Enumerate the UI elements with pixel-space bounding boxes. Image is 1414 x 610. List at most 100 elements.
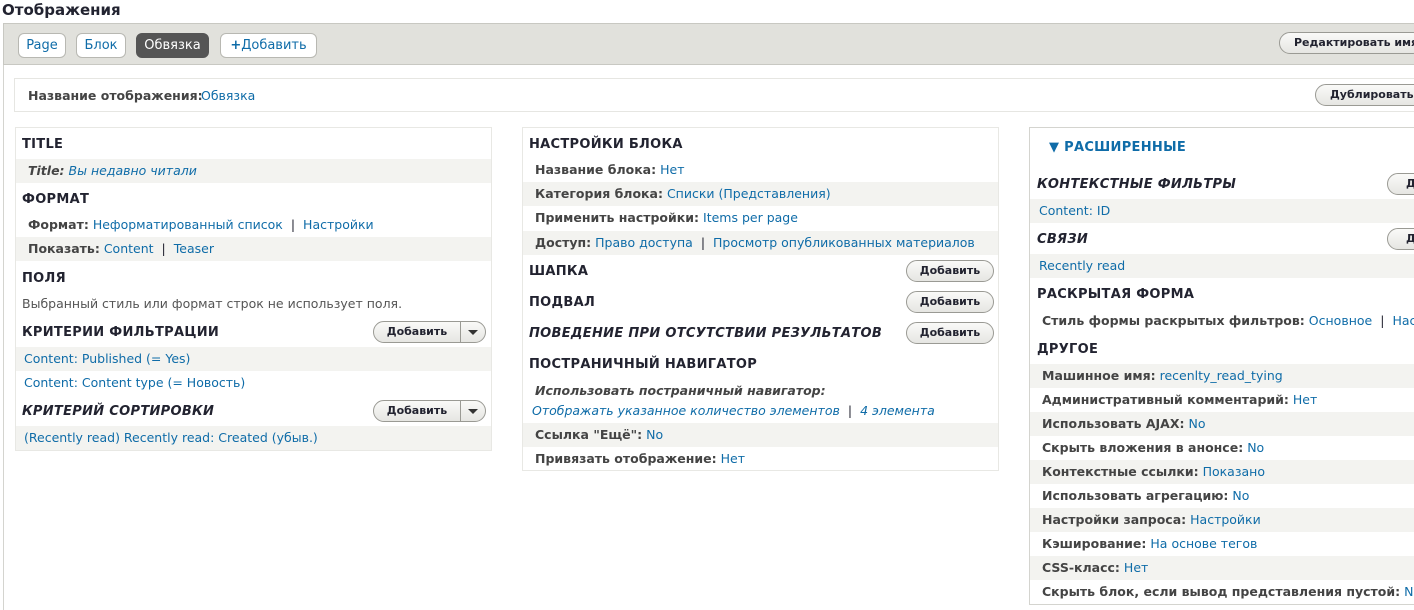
filter-item[interactable]: Content: Published (= Yes) (16, 347, 491, 371)
left-column: TITLE Title: Вы недавно читали ФОРМАТ Фо… (15, 127, 492, 451)
sort-dropdown-arrow-icon[interactable] (468, 409, 478, 414)
exposed-style-label: Стиль формы раскрытых фильтров: (1042, 313, 1305, 328)
triangle-down-icon: ▼ (1049, 140, 1060, 155)
title-row[interactable]: Title: Вы недавно читали (16, 159, 491, 183)
page-title: Отображения (2, 1, 121, 19)
pager-heading: ПОСТРАНИЧНЫЙ НАВИГАТОР (529, 357, 758, 372)
other-row: Скрыть вложения в анонсе: No (1030, 436, 1414, 460)
attach-link[interactable]: Нет (721, 451, 745, 466)
title-value[interactable]: Вы недавно читали (69, 163, 197, 178)
header-add-button[interactable]: Добавить (906, 260, 994, 282)
filters-heading: КРИТЕРИИ ФИЛЬТРАЦИИ (22, 325, 220, 340)
other-row: Использовать агрегацию: No (1030, 484, 1414, 508)
other-value-link[interactable]: Нет (1124, 560, 1148, 575)
filters-dropdown-arrow-icon[interactable] (468, 330, 478, 335)
access-permission-link[interactable]: Просмотр опубликованных материалов (713, 235, 975, 250)
tab-block[interactable]: Блок (76, 33, 126, 58)
other-label: Кэширование: (1042, 536, 1147, 551)
contextual-filters-heading: КОНТЕКСТНЫЕ ФИЛЬТРЫ (1037, 177, 1237, 192)
footer-heading: ПОДВАЛ (529, 295, 596, 310)
block-name-row: Название блока: Нет (523, 158, 998, 182)
advanced-title: РАСШИРЕННЫЕ (1064, 140, 1187, 155)
plus-icon: + (230, 38, 242, 53)
other-label: Настройки запроса: (1042, 512, 1187, 527)
other-row: Контекстные ссылки: Показано (1030, 460, 1414, 484)
other-value-link[interactable]: No (1232, 488, 1249, 503)
sort-heading: КРИТЕРИЙ СОРТИРОВКИ (22, 404, 215, 419)
format-value-link[interactable]: Неформатированный список (93, 217, 283, 232)
apply-settings-row: Применить настройки: Items per page (523, 206, 998, 230)
sort-item[interactable]: (Recently read) Recently read: Created (… (16, 426, 491, 450)
more-link-label: Ссылка "Ещё": (535, 427, 643, 442)
block-settings-heading: НАСТРОЙКИ БЛОКА (529, 137, 683, 152)
relationship-item[interactable]: Recently read (1030, 254, 1414, 278)
block-name-link[interactable]: Нет (660, 162, 684, 177)
block-category-row: Категория блока: Списки (Представления) (523, 182, 998, 206)
contextual-add-button[interactable]: Доб (1387, 173, 1414, 195)
other-value-link[interactable]: Показано (1203, 464, 1265, 479)
edit-name-button[interactable]: Редактировать имя/о (1279, 32, 1414, 54)
apply-settings-link[interactable]: Items per page (703, 210, 798, 225)
display-name-row: Название отображения: Обвязка Дублироват… (14, 78, 1414, 112)
title-heading: TITLE (22, 137, 64, 152)
other-value-link[interactable]: No (1404, 584, 1414, 599)
sort-add-button[interactable]: Добавить (374, 401, 460, 421)
fields-note: Выбранный стиль или формат строк не испо… (22, 296, 403, 311)
other-heading: ДРУГОЕ (1037, 342, 1099, 357)
format-label: Формат: (28, 217, 89, 232)
display-tabs-bar: Page Блок Обвязка +Добавить Редактироват… (3, 23, 1414, 65)
contextual-filter-item[interactable]: Content: ID (1030, 199, 1414, 223)
other-label: Контекстные ссылки: (1042, 464, 1199, 479)
show-value-link[interactable]: Content (104, 241, 154, 256)
access-label: Доступ: (535, 235, 592, 250)
header-heading: ШАПКА (529, 264, 589, 279)
other-label: Использовать AJAX: (1042, 416, 1185, 431)
pager-type-link[interactable]: Отображать указанное количество элементо… (532, 403, 840, 418)
block-name-label: Название блока: (535, 162, 657, 177)
show-row: Показать: Content | Teaser (16, 237, 491, 261)
access-link[interactable]: Право доступа (595, 235, 693, 250)
title-label: Title: (28, 163, 65, 178)
sort-add-dropbutton[interactable]: Добавить (373, 400, 486, 422)
other-value-link[interactable]: recenlty_read_tying (1160, 368, 1283, 383)
filters-add-dropbutton[interactable]: Добавить (373, 321, 486, 343)
other-value-link[interactable]: Нет (1293, 392, 1317, 407)
other-label: Административный комментарий: (1042, 392, 1289, 407)
display-name-link[interactable]: Обвязка (201, 88, 255, 103)
duplicate-button[interactable]: Дублировать О (1315, 84, 1414, 106)
other-value-link[interactable]: На основе тегов (1150, 536, 1257, 551)
other-value-link[interactable]: No (1188, 416, 1205, 431)
middle-column: НАСТРОЙКИ БЛОКА Название блока: Нет Кате… (522, 127, 999, 471)
pager-use-label: Использовать постраничный навигатор: (535, 383, 826, 398)
other-label: Машинное имя: (1042, 368, 1156, 383)
other-label: Скрыть вложения в анонсе: (1042, 440, 1244, 455)
advanced-toggle[interactable]: ▼ РАСШИРЕННЫЕ (1049, 140, 1186, 155)
fields-heading: ПОЛЯ (22, 271, 66, 286)
format-settings-link[interactable]: Настройки (303, 217, 374, 232)
no-results-add-button[interactable]: Добавить (906, 322, 994, 344)
other-row: Кэширование: На основе тегов (1030, 532, 1414, 556)
more-link-value[interactable]: No (646, 427, 663, 442)
tab-add-display[interactable]: +Добавить (220, 33, 317, 58)
filter-item[interactable]: Content: Content type (= Новость) (16, 371, 491, 395)
exposed-settings-link[interactable]: Наст (1392, 313, 1414, 328)
more-link-row: Ссылка "Ещё": No (523, 423, 998, 447)
other-value-link[interactable]: No (1247, 440, 1264, 455)
other-row: Машинное имя: recenlty_read_tying (1030, 364, 1414, 388)
tab-page[interactable]: Page (18, 33, 66, 58)
tab-attachment[interactable]: Обвязка (136, 33, 209, 58)
display-name-label: Название отображения: (28, 88, 203, 103)
block-category-link[interactable]: Списки (Представления) (667, 186, 831, 201)
access-row: Доступ: Право доступа | Просмотр опубликов… (523, 231, 998, 255)
show-settings-link[interactable]: Teaser (174, 241, 214, 256)
footer-add-button[interactable]: Добавить (906, 291, 994, 313)
exposed-style-link[interactable]: Основное (1309, 313, 1372, 328)
other-value-link[interactable]: Настройки (1190, 512, 1261, 527)
relationships-add-button[interactable]: Доб (1387, 228, 1414, 250)
other-row: Скрыть блок, если вывод представления пу… (1030, 580, 1414, 604)
pager-items-link[interactable]: 4 элемента (860, 403, 935, 418)
block-category-label: Категория блока: (535, 186, 663, 201)
filters-add-button[interactable]: Добавить (374, 322, 460, 342)
other-row: Использовать AJAX: No (1030, 412, 1414, 436)
relationships-heading: СВЯЗИ (1037, 232, 1089, 247)
